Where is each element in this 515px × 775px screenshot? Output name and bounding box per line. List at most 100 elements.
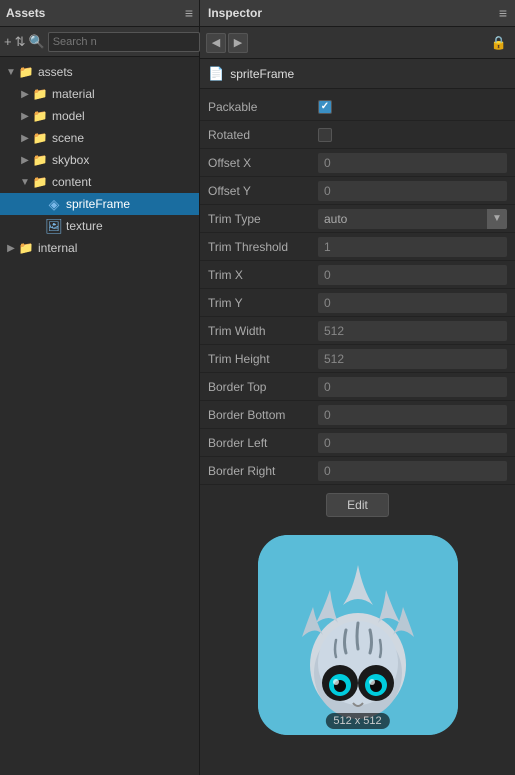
trim-y-input[interactable]: [318, 293, 507, 313]
tree-item-spriteframe[interactable]: ◈ spriteFrame: [0, 193, 199, 215]
border-left-input[interactable]: [318, 433, 507, 453]
tree-item-skybox[interactable]: ▶ 📁 skybox: [0, 149, 199, 171]
prop-label-trim-type: Trim Type: [208, 212, 318, 226]
prop-label-trim-y: Trim Y: [208, 296, 318, 310]
add-button[interactable]: +: [4, 31, 12, 53]
prop-label-offset-y: Offset Y: [208, 184, 318, 198]
tree-label-content: content: [52, 175, 91, 189]
prop-value-border-right: [318, 461, 507, 481]
tree-label-assets: assets: [38, 65, 73, 79]
inspector-title: Inspector: [208, 6, 262, 20]
offset-y-input[interactable]: [318, 181, 507, 201]
prop-label-offset-x: Offset X: [208, 156, 318, 170]
prop-row-border-left: Border Left: [200, 429, 515, 457]
edit-button-row: Edit: [200, 485, 515, 525]
nav-forward-button[interactable]: ▶: [228, 33, 248, 53]
border-right-input[interactable]: [318, 461, 507, 481]
file-icon-texture: 🖼: [46, 218, 62, 234]
offset-x-input[interactable]: [318, 153, 507, 173]
tree-arrow-internal: ▶: [4, 243, 18, 254]
tree-label-scene: scene: [52, 131, 84, 145]
tree-label-skybox: skybox: [52, 153, 89, 167]
prop-row-border-right: Border Right: [200, 457, 515, 485]
tree-item-model[interactable]: ▶ 📁 model: [0, 105, 199, 127]
border-top-input[interactable]: [318, 377, 507, 397]
asset-name-label: spriteFrame: [230, 67, 294, 81]
prop-label-trim-x: Trim X: [208, 268, 318, 282]
tree-arrow-skybox: ▶: [18, 155, 32, 166]
tree-item-texture[interactable]: 🖼 texture: [0, 215, 199, 237]
assets-tree: ▼ 📁 assets ▶ 📁 material ▶ 📁 model ▶ 📁 sc…: [0, 57, 199, 775]
prop-label-trim-threshold: Trim Threshold: [208, 240, 318, 254]
trim-type-dropdown[interactable]: auto ▼: [318, 209, 507, 229]
trim-height-input[interactable]: [318, 349, 507, 369]
lock-button[interactable]: 🔒: [489, 33, 509, 53]
tree-item-internal[interactable]: ▶ 📁 internal: [0, 237, 199, 259]
preview-area: 512 x 512: [200, 525, 515, 745]
trim-x-input[interactable]: [318, 265, 507, 285]
tree-label-texture: texture: [66, 219, 103, 233]
prop-row-packable: Packable: [200, 93, 515, 121]
inspector-nav: ◀ ▶ 🔒: [200, 27, 515, 59]
prop-value-trim-type: auto ▼: [318, 209, 507, 229]
tree-arrow-scene: ▶: [18, 133, 32, 144]
assets-panel-title: Assets: [6, 6, 45, 20]
prop-label-border-right: Border Right: [208, 464, 318, 478]
tree-label-model: model: [52, 109, 85, 123]
sort-button[interactable]: ⇅: [15, 31, 26, 53]
tree-arrow-model: ▶: [18, 111, 32, 122]
tree-item-scene[interactable]: ▶ 📁 scene: [0, 127, 199, 149]
assets-menu-icon[interactable]: ≡: [185, 5, 193, 21]
prop-row-border-bottom: Border Bottom: [200, 401, 515, 429]
prop-row-rotated: Rotated: [200, 121, 515, 149]
prop-value-trim-y: [318, 293, 507, 313]
prop-row-trim-width: Trim Width: [200, 317, 515, 345]
preview-size-badge: 512 x 512: [325, 713, 389, 729]
tree-label-spriteframe: spriteFrame: [66, 197, 130, 211]
prop-label-border-top: Border Top: [208, 380, 318, 394]
assets-panel-header: Assets ≡: [0, 0, 199, 27]
search-input[interactable]: [48, 32, 200, 52]
nav-back-button[interactable]: ◀: [206, 33, 226, 53]
mascot-svg: [258, 535, 458, 735]
trim-threshold-input[interactable]: [318, 237, 507, 257]
packable-checkbox[interactable]: [318, 100, 332, 114]
prop-label-trim-width: Trim Width: [208, 324, 318, 338]
prop-row-offset-x: Offset X: [200, 149, 515, 177]
prop-label-trim-height: Trim Height: [208, 352, 318, 366]
folder-icon-assets: 📁: [18, 64, 34, 80]
assets-panel: Assets ≡ + ⇅ 🔍 ↑ ↻ ▼ 📁 assets ▶ 📁 materi…: [0, 0, 200, 775]
prop-value-offset-x: [318, 153, 507, 173]
tree-arrow-content: ▼: [18, 177, 32, 188]
prop-value-border-top: [318, 377, 507, 397]
prop-value-rotated: [318, 128, 507, 142]
rotated-checkbox[interactable]: [318, 128, 332, 142]
prop-row-trim-height: Trim Height: [200, 345, 515, 373]
prop-label-rotated: Rotated: [208, 128, 318, 142]
prop-label-border-left: Border Left: [208, 436, 318, 450]
tree-arrow-material: ▶: [18, 89, 32, 100]
border-bottom-input[interactable]: [318, 405, 507, 425]
trim-type-value: auto: [318, 212, 487, 226]
tree-item-assets[interactable]: ▼ 📁 assets: [0, 61, 199, 83]
tree-label-material: material: [52, 87, 95, 101]
edit-button[interactable]: Edit: [326, 493, 389, 517]
inspector-menu-icon[interactable]: ≡: [499, 5, 507, 21]
tree-item-material[interactable]: ▶ 📁 material: [0, 83, 199, 105]
prop-value-border-left: [318, 433, 507, 453]
assets-toolbar: + ⇅ 🔍 ↑ ↻: [0, 27, 199, 57]
prop-row-trim-threshold: Trim Threshold: [200, 233, 515, 261]
nav-arrows: ◀ ▶: [206, 33, 248, 53]
search-button[interactable]: 🔍: [29, 31, 45, 53]
tree-arrow-assets: ▼: [4, 67, 18, 78]
asset-file-icon: 📄: [208, 66, 224, 82]
prop-row-trim-type: Trim Type auto ▼: [200, 205, 515, 233]
prop-row-trim-x: Trim X: [200, 261, 515, 289]
prop-value-trim-height: [318, 349, 507, 369]
prop-value-trim-x: [318, 265, 507, 285]
trim-width-input[interactable]: [318, 321, 507, 341]
folder-icon-skybox: 📁: [32, 152, 48, 168]
folder-icon-internal: 📁: [18, 240, 34, 256]
prop-value-offset-y: [318, 181, 507, 201]
tree-item-content[interactable]: ▼ 📁 content: [0, 171, 199, 193]
